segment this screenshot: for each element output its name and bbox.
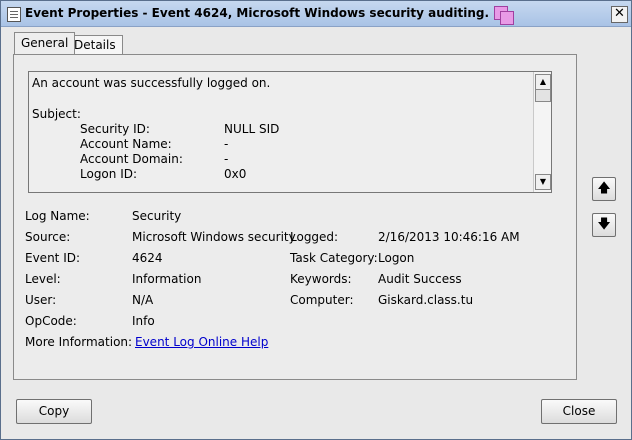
logged-label: Logged:: [290, 230, 339, 244]
account-name-label: Account Name:: [80, 137, 172, 151]
scroll-down-icon[interactable]: ▼: [535, 174, 551, 190]
close-icon[interactable]: ✕: [611, 6, 628, 23]
more-information-label: More Information:: [25, 335, 133, 349]
log-name-value[interactable]: Security: [132, 209, 181, 223]
security-id-value: NULL SID: [224, 122, 280, 136]
account-domain-value: -: [224, 152, 229, 166]
keywords-label: Keywords:: [290, 272, 352, 286]
opcode-value[interactable]: Info: [132, 314, 155, 328]
event-id-value[interactable]: 4624: [132, 251, 163, 265]
security-id-label: Security ID:: [80, 122, 150, 136]
source-label: Source:: [25, 230, 71, 244]
description-scrollbar[interactable]: ▲ ▼: [533, 72, 551, 192]
level-label: Level:: [25, 272, 61, 286]
task-category-label: Task Category:: [290, 251, 378, 265]
event-viewer-icon: [7, 7, 21, 22]
event-id-label: Event ID:: [25, 251, 81, 265]
event-properties-window: Event Properties - Event 4624, Microsoft…: [0, 0, 632, 440]
user-label: User:: [25, 293, 57, 307]
copy-button[interactable]: Copy: [16, 399, 92, 424]
event-log-online-help-link[interactable]: Event Log Online Help: [135, 335, 268, 349]
window-title: Event Properties - Event 4624, Microsoft…: [25, 6, 490, 20]
keywords-value[interactable]: Audit Success: [378, 272, 462, 286]
subject-label: Subject:: [32, 107, 81, 121]
task-category-value[interactable]: Logon: [378, 251, 414, 265]
event-description-box[interactable]: An account was successfully logged on. S…: [28, 71, 552, 193]
title-bar[interactable]: Event Properties - Event 4624, Microsoft…: [1, 1, 631, 27]
close-button[interactable]: Close: [541, 399, 617, 424]
source-value[interactable]: Microsoft Windows security: [132, 230, 296, 244]
logon-id-value: 0x0: [224, 167, 247, 181]
logon-id-label: Logon ID:: [80, 167, 138, 181]
logged-value[interactable]: 2/16/2013 10:46:16 AM: [378, 230, 520, 244]
description-headline: An account was successfully logged on.: [32, 76, 271, 90]
arrow-down-icon: 🡇: [597, 217, 611, 232]
level-value[interactable]: Information: [132, 272, 201, 286]
previous-event-button[interactable]: 🡅: [592, 177, 616, 201]
tab-details[interactable]: Details: [67, 35, 123, 55]
scroll-up-icon[interactable]: ▲: [535, 74, 551, 90]
user-value[interactable]: N/A: [132, 293, 153, 307]
log-name-label: Log Name:: [25, 209, 90, 223]
window-switcher-icon: [494, 6, 514, 25]
arrow-up-icon: 🡅: [597, 181, 611, 196]
next-event-button[interactable]: 🡇: [592, 213, 616, 237]
tab-general[interactable]: General: [14, 32, 76, 54]
scroll-thumb[interactable]: [535, 89, 551, 102]
opcode-label: OpCode:: [25, 314, 77, 328]
computer-value[interactable]: Giskard.class.tu: [378, 293, 473, 307]
account-name-value: -: [224, 137, 229, 151]
account-domain-label: Account Domain:: [80, 152, 183, 166]
computer-label: Computer:: [290, 293, 354, 307]
